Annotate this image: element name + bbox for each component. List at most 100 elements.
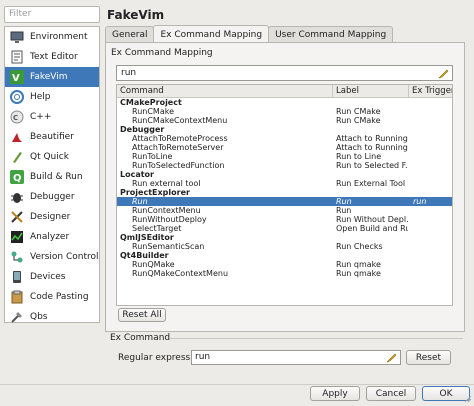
sidebar-item-fakevim[interactable]: V FakeVim: [5, 67, 99, 87]
command-cell: Run: [132, 197, 148, 206]
command-cell: RunCMakeContextMenu: [132, 116, 228, 125]
table-row[interactable]: RunToLine Run to Line: [117, 152, 452, 161]
command-cell: ProjectExplorer: [120, 188, 190, 197]
label-cell: Run External Tool: [336, 179, 406, 188]
search-input[interactable]: run: [116, 65, 453, 81]
beautifier-icon: [9, 130, 24, 145]
qt-quick-icon: [9, 150, 24, 165]
svg-text:C: C: [13, 114, 18, 122]
reset-all-button[interactable]: Reset All: [118, 308, 166, 322]
sidebar-item-qt-quick[interactable]: Qt Quick: [5, 147, 99, 167]
tree-category-row[interactable]: QmlJSEditor: [117, 233, 452, 242]
sidebar-item-cpp[interactable]: C C++: [5, 107, 99, 127]
sidebar-item-devices[interactable]: Devices: [5, 267, 99, 287]
label-cell: Open Build and Ru...: [336, 224, 408, 233]
tab-general[interactable]: General: [105, 26, 155, 43]
command-cell: RunQMake: [132, 260, 175, 269]
filter-input[interactable]: Filter: [4, 6, 100, 23]
table-row[interactable]: AttachToRemoteProcess Attach to Running..…: [117, 134, 452, 143]
sidebar-item-code-pasting[interactable]: Code Pasting: [5, 287, 99, 307]
label-cell: Attach to Running...: [336, 134, 408, 143]
svg-text:V: V: [12, 73, 20, 84]
command-cell: Locator: [120, 170, 154, 179]
build-run-icon: Q: [9, 170, 24, 185]
table-row[interactable]: Run Run run: [117, 197, 452, 206]
table-row[interactable]: RunQMakeContextMenu Run qmake: [117, 269, 452, 278]
sidebar-item-help[interactable]: Help: [5, 87, 99, 107]
command-cell: RunQMakeContextMenu: [132, 269, 229, 278]
analyzer-icon: [9, 230, 24, 245]
column-header-command[interactable]: Command: [117, 85, 333, 97]
label-cell: Run to Line: [336, 152, 382, 161]
label-cell: Run qmake: [336, 269, 381, 278]
sidebar-item-debugger[interactable]: Debugger: [5, 187, 99, 207]
code-pasting-icon: [9, 290, 24, 305]
column-header-label[interactable]: Label: [333, 85, 409, 97]
sidebar-item-designer[interactable]: Designer: [5, 207, 99, 227]
command-cell: Debugger: [120, 125, 165, 134]
label-cell: Run Without Depl...: [336, 215, 408, 224]
command-cell: RunToSelectedFunction: [132, 161, 225, 170]
cancel-button[interactable]: Cancel: [366, 386, 416, 401]
table-row[interactable]: RunToSelectedFunction Run to Selected F..…: [117, 161, 452, 170]
table-row[interactable]: AttachToRemoteServer Attach to Running...: [117, 143, 452, 152]
command-tree[interactable]: Command Label Ex Trigger Ex CMakeProject…: [116, 84, 453, 306]
search-value: run: [121, 68, 137, 78]
regex-input[interactable]: run: [191, 350, 401, 365]
version-control-icon: [9, 250, 24, 265]
svg-text:Q: Q: [13, 173, 22, 184]
tree-category-row[interactable]: ProjectExplorer: [117, 188, 452, 197]
command-cell: RunContextMenu: [132, 206, 201, 215]
resize-grip-icon[interactable]: [463, 394, 472, 403]
command-cell: SelectTarget: [132, 224, 182, 233]
monitor-icon: [9, 30, 24, 45]
reset-button[interactable]: Reset: [406, 350, 451, 365]
table-row[interactable]: RunCMakeContextMenu Run CMake: [117, 116, 452, 125]
settings-category-list: Environment Text Editor V FakeVim Help C…: [4, 26, 100, 323]
label-cell: Run: [336, 206, 352, 215]
cpp-icon: C: [9, 110, 24, 125]
clear-search-icon[interactable]: [438, 68, 449, 79]
table-row[interactable]: SelectTarget Open Build and Ru...: [117, 224, 452, 233]
sidebar-item-beautifier[interactable]: Beautifier: [5, 127, 99, 147]
clear-regex-icon[interactable]: [386, 352, 397, 363]
tree-category-row[interactable]: Qt4Builder: [117, 251, 452, 260]
tree-category-row[interactable]: Debugger: [117, 125, 452, 134]
sidebar-item-qbs[interactable]: Qbs: [5, 307, 99, 327]
command-cell: AttachToRemoteServer: [132, 143, 224, 152]
label-cell: Run CMake: [336, 107, 381, 116]
tree-category-row[interactable]: CMakeProject: [117, 98, 452, 107]
regex-value: run: [195, 352, 211, 362]
table-row[interactable]: RunContextMenu Run: [117, 206, 452, 215]
sidebar-item-analyzer[interactable]: Analyzer: [5, 227, 99, 247]
group-separator: [170, 338, 463, 339]
table-row[interactable]: RunWithoutDeploy Run Without Depl...: [117, 215, 452, 224]
ex-trigger-cell: run: [413, 197, 427, 206]
sidebar-item-environment[interactable]: Environment: [5, 27, 99, 47]
apply-button[interactable]: Apply: [310, 386, 360, 401]
sidebar-item-version-control[interactable]: Version Control: [5, 247, 99, 267]
command-cell: QmlJSEditor: [120, 233, 174, 242]
table-row[interactable]: RunQMake Run qmake: [117, 260, 452, 269]
sidebar-item-build-run[interactable]: Q Build & Run: [5, 167, 99, 187]
ex-command-mapping-title: Ex Command Mapping: [111, 48, 213, 58]
column-header-ex-trigger[interactable]: Ex Trigger Ex: [409, 85, 452, 97]
tab-bar: General Ex Command Mapping User Command …: [105, 25, 394, 44]
tree-header: Command Label Ex Trigger Ex: [117, 85, 452, 98]
table-row[interactable]: RunSemanticScan Run Checks: [117, 242, 452, 251]
table-row[interactable]: Run external tool Run External Tool: [117, 179, 452, 188]
footer-divider: [0, 384, 474, 385]
label-cell: Run qmake: [336, 260, 381, 269]
command-cell: RunToLine: [132, 152, 173, 161]
tree-category-row[interactable]: Locator: [117, 170, 452, 179]
table-row[interactable]: RunCMake Run CMake: [117, 107, 452, 116]
qbs-icon: [9, 310, 24, 325]
sidebar-item-text-editor[interactable]: Text Editor: [5, 47, 99, 67]
command-cell: RunSemanticScan: [132, 242, 205, 251]
command-cell: Run external tool: [132, 179, 201, 188]
devices-icon: [9, 270, 24, 285]
command-cell: Qt4Builder: [120, 251, 169, 260]
command-cell: AttachToRemoteProcess: [132, 134, 228, 143]
tab-user-command-mapping[interactable]: User Command Mapping: [268, 26, 394, 43]
label-cell: Run: [336, 197, 352, 206]
